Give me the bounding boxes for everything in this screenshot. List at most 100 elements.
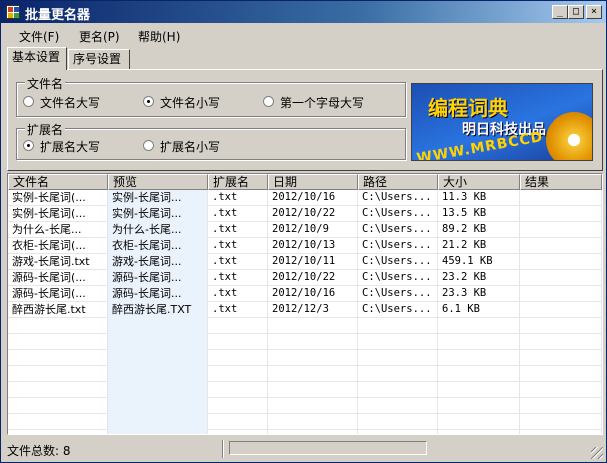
table-cell: 为什么-长尾... xyxy=(108,222,208,238)
table-cell xyxy=(358,318,438,334)
table-row[interactable] xyxy=(8,350,602,366)
column-header[interactable]: 文件名 xyxy=(8,174,108,190)
radio-dot xyxy=(23,140,34,151)
table-row[interactable]: 衣柜-长尾词(... 衣柜-长尾词... .txt 2012/10/13 C:\User… xyxy=(8,238,602,254)
title-bar[interactable]: 批量更名器 _ □ × xyxy=(1,1,606,23)
grid-header: 文件名 预览 扩展名 日期 路径 大小 结果 xyxy=(8,174,602,190)
table-cell xyxy=(268,414,358,430)
table-row[interactable]: 实例-长尾词(... 实例-长尾词... .txt 2012/10/22 C:\User… xyxy=(8,206,602,222)
file-list-grid[interactable]: 文件名 预览 扩展名 日期 路径 大小 结果 实例-长尾词(... 实例-长尾词... .txt… xyxy=(7,173,603,435)
menu-rename[interactable]: 更名(P) xyxy=(79,28,120,45)
progress-bar xyxy=(229,441,427,455)
maximize-button[interactable]: □ xyxy=(568,5,584,19)
table-cell: .txt xyxy=(208,270,268,286)
table-row[interactable]: 源码-长尾词(... 源码-长尾词... .txt 2012/10/16 C:\User… xyxy=(8,286,602,302)
table-cell xyxy=(108,382,208,398)
column-header[interactable]: 路径 xyxy=(358,174,438,190)
table-cell: 实例-长尾词(... xyxy=(8,190,108,206)
table-cell xyxy=(520,398,602,414)
table-cell xyxy=(268,398,358,414)
table-cell xyxy=(8,366,108,382)
table-cell: .txt xyxy=(208,238,268,254)
resize-grip-icon[interactable] xyxy=(591,447,603,459)
column-header[interactable]: 结果 xyxy=(520,174,602,190)
table-row[interactable] xyxy=(8,382,602,398)
table-row[interactable]: 为什么-长尾... 为什么-长尾... .txt 2012/10/9 C:\Users.… xyxy=(8,222,602,238)
menu-file[interactable]: 文件(F) xyxy=(19,28,59,45)
table-cell xyxy=(208,382,268,398)
table-cell xyxy=(268,350,358,366)
window-title: 批量更名器 xyxy=(25,8,91,23)
table-cell xyxy=(358,430,438,434)
table-cell: 11.3 KB xyxy=(438,190,520,206)
table-cell xyxy=(520,270,602,286)
table-cell xyxy=(108,414,208,430)
table-row[interactable] xyxy=(8,334,602,350)
table-cell: 醉西游长尾.txt xyxy=(8,302,108,318)
table-cell xyxy=(520,334,602,350)
table-cell: 13.5 KB xyxy=(438,206,520,222)
table-cell xyxy=(8,430,108,434)
table-row[interactable]: 醉西游长尾.txt 醉西游长尾.TXT .txt 2012/12/3 C:\Users.… xyxy=(8,302,602,318)
table-cell xyxy=(268,382,358,398)
table-cell xyxy=(108,398,208,414)
table-cell: 醉西游长尾.TXT xyxy=(108,302,208,318)
table-cell xyxy=(358,398,438,414)
table-cell: 21.2 KB xyxy=(438,238,520,254)
radio-label: 文件名小写 xyxy=(160,96,221,110)
table-cell xyxy=(108,334,208,350)
menu-bar: 文件(F) 更名(P) 帮助(H) xyxy=(1,25,606,45)
table-cell: 459.1 KB xyxy=(438,254,520,270)
close-button[interactable]: × xyxy=(586,5,602,19)
table-cell: 源码-长尾词(... xyxy=(8,286,108,302)
column-header[interactable]: 大小 xyxy=(438,174,520,190)
table-row[interactable]: 游戏-长尾词.txt 游戏-长尾词... .txt 2012/10/11 C:\User… xyxy=(8,254,602,270)
column-header[interactable]: 扩展名 xyxy=(208,174,268,190)
table-cell xyxy=(438,334,520,350)
column-header[interactable]: 预览 xyxy=(108,174,208,190)
table-cell: 23.3 KB xyxy=(438,286,520,302)
table-row[interactable] xyxy=(8,430,602,434)
table-row[interactable] xyxy=(8,366,602,382)
radio-label: 文件名大写 xyxy=(40,96,101,110)
table-cell: C:\Users... xyxy=(358,238,438,254)
table-cell: C:\Users... xyxy=(358,254,438,270)
table-cell xyxy=(208,334,268,350)
table-cell xyxy=(108,318,208,334)
table-cell xyxy=(438,318,520,334)
table-cell: 实例-长尾词... xyxy=(108,190,208,206)
table-cell: .txt xyxy=(208,206,268,222)
table-cell: 2012/12/3 xyxy=(268,302,358,318)
table-cell xyxy=(268,318,358,334)
table-cell: 2012/10/16 xyxy=(268,286,358,302)
table-cell: 2012/10/22 xyxy=(268,206,358,222)
table-row[interactable] xyxy=(8,318,602,334)
table-row[interactable]: 实例-长尾词(... 实例-长尾词... .txt 2012/10/16 C:\User… xyxy=(8,190,602,206)
table-cell: .txt xyxy=(208,302,268,318)
table-cell: 23.2 KB xyxy=(438,270,520,286)
minimize-button[interactable]: _ xyxy=(552,5,568,19)
menu-help[interactable]: 帮助(H) xyxy=(138,28,180,45)
table-cell xyxy=(520,302,602,318)
radio-dot xyxy=(263,96,274,107)
cd-disc-icon xyxy=(546,112,592,160)
table-row[interactable] xyxy=(8,398,602,414)
table-row[interactable] xyxy=(8,414,602,430)
table-cell xyxy=(438,398,520,414)
basic-settings-panel: 文件名 文件名大写 文件名小写 第一个字母大写 扩展名 扩展名大写 扩展名小写 … xyxy=(7,69,603,171)
table-cell xyxy=(358,414,438,430)
table-cell xyxy=(8,350,108,366)
tab-sequence-settings[interactable]: 序号设置 xyxy=(68,49,130,69)
table-cell: 实例-长尾词(... xyxy=(8,206,108,222)
table-cell xyxy=(8,318,108,334)
table-cell xyxy=(520,414,602,430)
tab-basic-settings[interactable]: 基本设置 xyxy=(7,47,67,70)
table-cell xyxy=(438,366,520,382)
table-row[interactable]: 源码-长尾词(... 源码-长尾词... .txt 2012/10/22 C:\User… xyxy=(8,270,602,286)
table-cell xyxy=(520,318,602,334)
table-cell: .txt xyxy=(208,190,268,206)
file-count-status: 文件总数: 8 xyxy=(7,444,71,458)
table-cell xyxy=(268,366,358,382)
column-header[interactable]: 日期 xyxy=(268,174,358,190)
table-cell xyxy=(520,222,602,238)
